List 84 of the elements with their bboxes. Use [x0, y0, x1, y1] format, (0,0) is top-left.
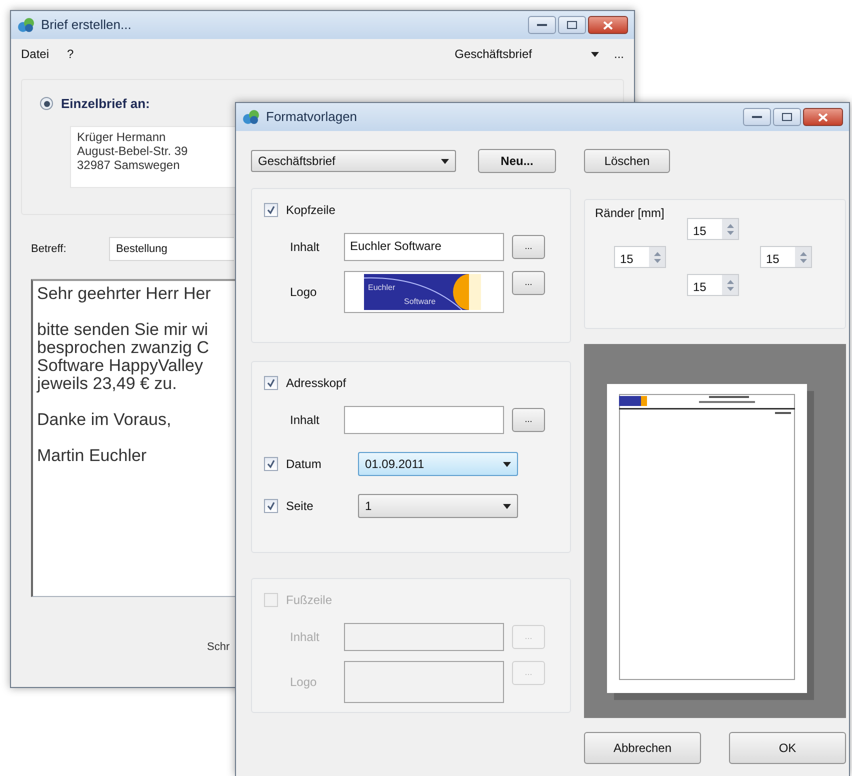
cancel-button[interactable]: Abbrechen [584, 732, 701, 764]
close-button[interactable] [803, 108, 843, 126]
caret-icon [503, 504, 511, 508]
action-button[interactable]: Schr [201, 637, 236, 657]
margin-spinner[interactable]: 15 [687, 218, 739, 240]
letter-paragraph: Danke im Voraus, [37, 411, 172, 429]
browse-button[interactable]: ... [512, 235, 545, 259]
field-label: Inhalt [289, 239, 320, 256]
close-icon [818, 112, 828, 122]
section-label: Kopfzeile [286, 202, 336, 219]
more-button[interactable]: ... [614, 45, 624, 63]
text-field[interactable]: Euchler Software [344, 233, 504, 261]
dropdown-value: 1 [365, 498, 372, 515]
dropdown-value: Geschäftsbrief [258, 153, 336, 170]
logo-field[interactable]: Euchler Software [344, 271, 504, 313]
maximize-icon [567, 21, 577, 29]
template-value[interactable]: Geschäftsbrief [454, 45, 532, 63]
template-dropdown[interactable]: Geschäftsbrief [251, 150, 456, 172]
radio-label: Einzelbrief an: [61, 95, 150, 113]
section-label: Adresskopf [286, 375, 346, 392]
browse-button[interactable]: ... [512, 408, 545, 432]
option-checkbox[interactable] [264, 499, 278, 513]
check-icon [266, 459, 276, 469]
letter-paragraph: Sehr geehrter Herr Her [37, 285, 211, 303]
subject-field[interactable]: Bestellung [109, 237, 234, 261]
dropdown-caret[interactable] [590, 49, 600, 59]
minimize-button[interactable] [743, 108, 771, 126]
menu-item[interactable]: Datei [21, 45, 50, 63]
letter-paragraph: Martin Euchler [37, 447, 147, 465]
option-dropdown[interactable]: 01.09.2011 [358, 452, 518, 476]
text-field[interactable] [344, 406, 504, 434]
ok-button[interactable]: OK [729, 732, 846, 764]
spinner-value: 15 [619, 251, 634, 267]
app-icon [242, 109, 260, 125]
minimize-icon [537, 23, 547, 27]
section-checkbox[interactable] [264, 203, 278, 217]
option-label: Seite [286, 498, 314, 515]
maximize-button[interactable] [773, 108, 801, 126]
check-icon [266, 378, 276, 388]
logo-text: Euchler [368, 282, 396, 294]
close-button[interactable] [588, 16, 628, 34]
radio-button[interactable] [40, 97, 53, 110]
margin-spinner[interactable]: 15 [614, 246, 666, 268]
new-button[interactable]: Neu... [478, 149, 556, 173]
check-icon [266, 501, 276, 511]
section-checkbox[interactable] [264, 593, 278, 607]
section-label: Fußzeile [286, 592, 332, 609]
maximize-button[interactable] [558, 16, 586, 34]
field-value: Euchler Software [350, 239, 442, 253]
check-icon [266, 205, 276, 215]
section-checkbox[interactable] [264, 376, 278, 390]
field-label: Logo [289, 284, 318, 301]
maximize-icon [782, 113, 792, 121]
close-icon [603, 20, 613, 30]
field-label: Logo [289, 674, 318, 691]
delete-button[interactable]: Löschen [584, 149, 670, 173]
browse-button[interactable]: ... [512, 271, 545, 295]
margin-spinner[interactable]: 15 [687, 274, 739, 296]
spinner-value: 15 [692, 223, 708, 239]
app-icon [17, 17, 35, 33]
minimize-button[interactable] [528, 16, 556, 34]
letter-paragraph: bitte senden Sie mir wi besprochen zwanzig C Software HappyValley jeweils 23,49 € zu. [37, 321, 209, 393]
field-label: Inhalt [289, 629, 320, 646]
caret-icon [441, 158, 449, 164]
address-line: 32987 Samswegen [77, 158, 180, 172]
margins-label: Ränder [mm] [595, 206, 664, 220]
field-label: Inhalt [289, 412, 320, 429]
caret-icon [590, 52, 599, 56]
option-dropdown[interactable]: 1 [358, 494, 518, 518]
subject-label: Betreff: [31, 242, 68, 257]
option-checkbox[interactable] [264, 457, 278, 471]
caret-icon [503, 462, 511, 466]
address-line: Krüger Hermann [77, 130, 166, 144]
minimize-icon [752, 115, 762, 119]
logo-text: Software [404, 296, 436, 308]
dropdown-value: 01.09.2011 [365, 456, 424, 473]
address-line: August-Bebel-Str. 39 [77, 144, 188, 158]
menu-item[interactable]: ? [67, 45, 74, 63]
window-title: Brief erstellen... [41, 16, 132, 34]
margin-spinner[interactable]: 15 [760, 246, 812, 268]
window-title: Formatvorlagen [266, 108, 358, 126]
spinner-value: 15 [692, 279, 708, 295]
spinner-value: 15 [765, 251, 780, 267]
option-label: Datum [286, 456, 322, 473]
